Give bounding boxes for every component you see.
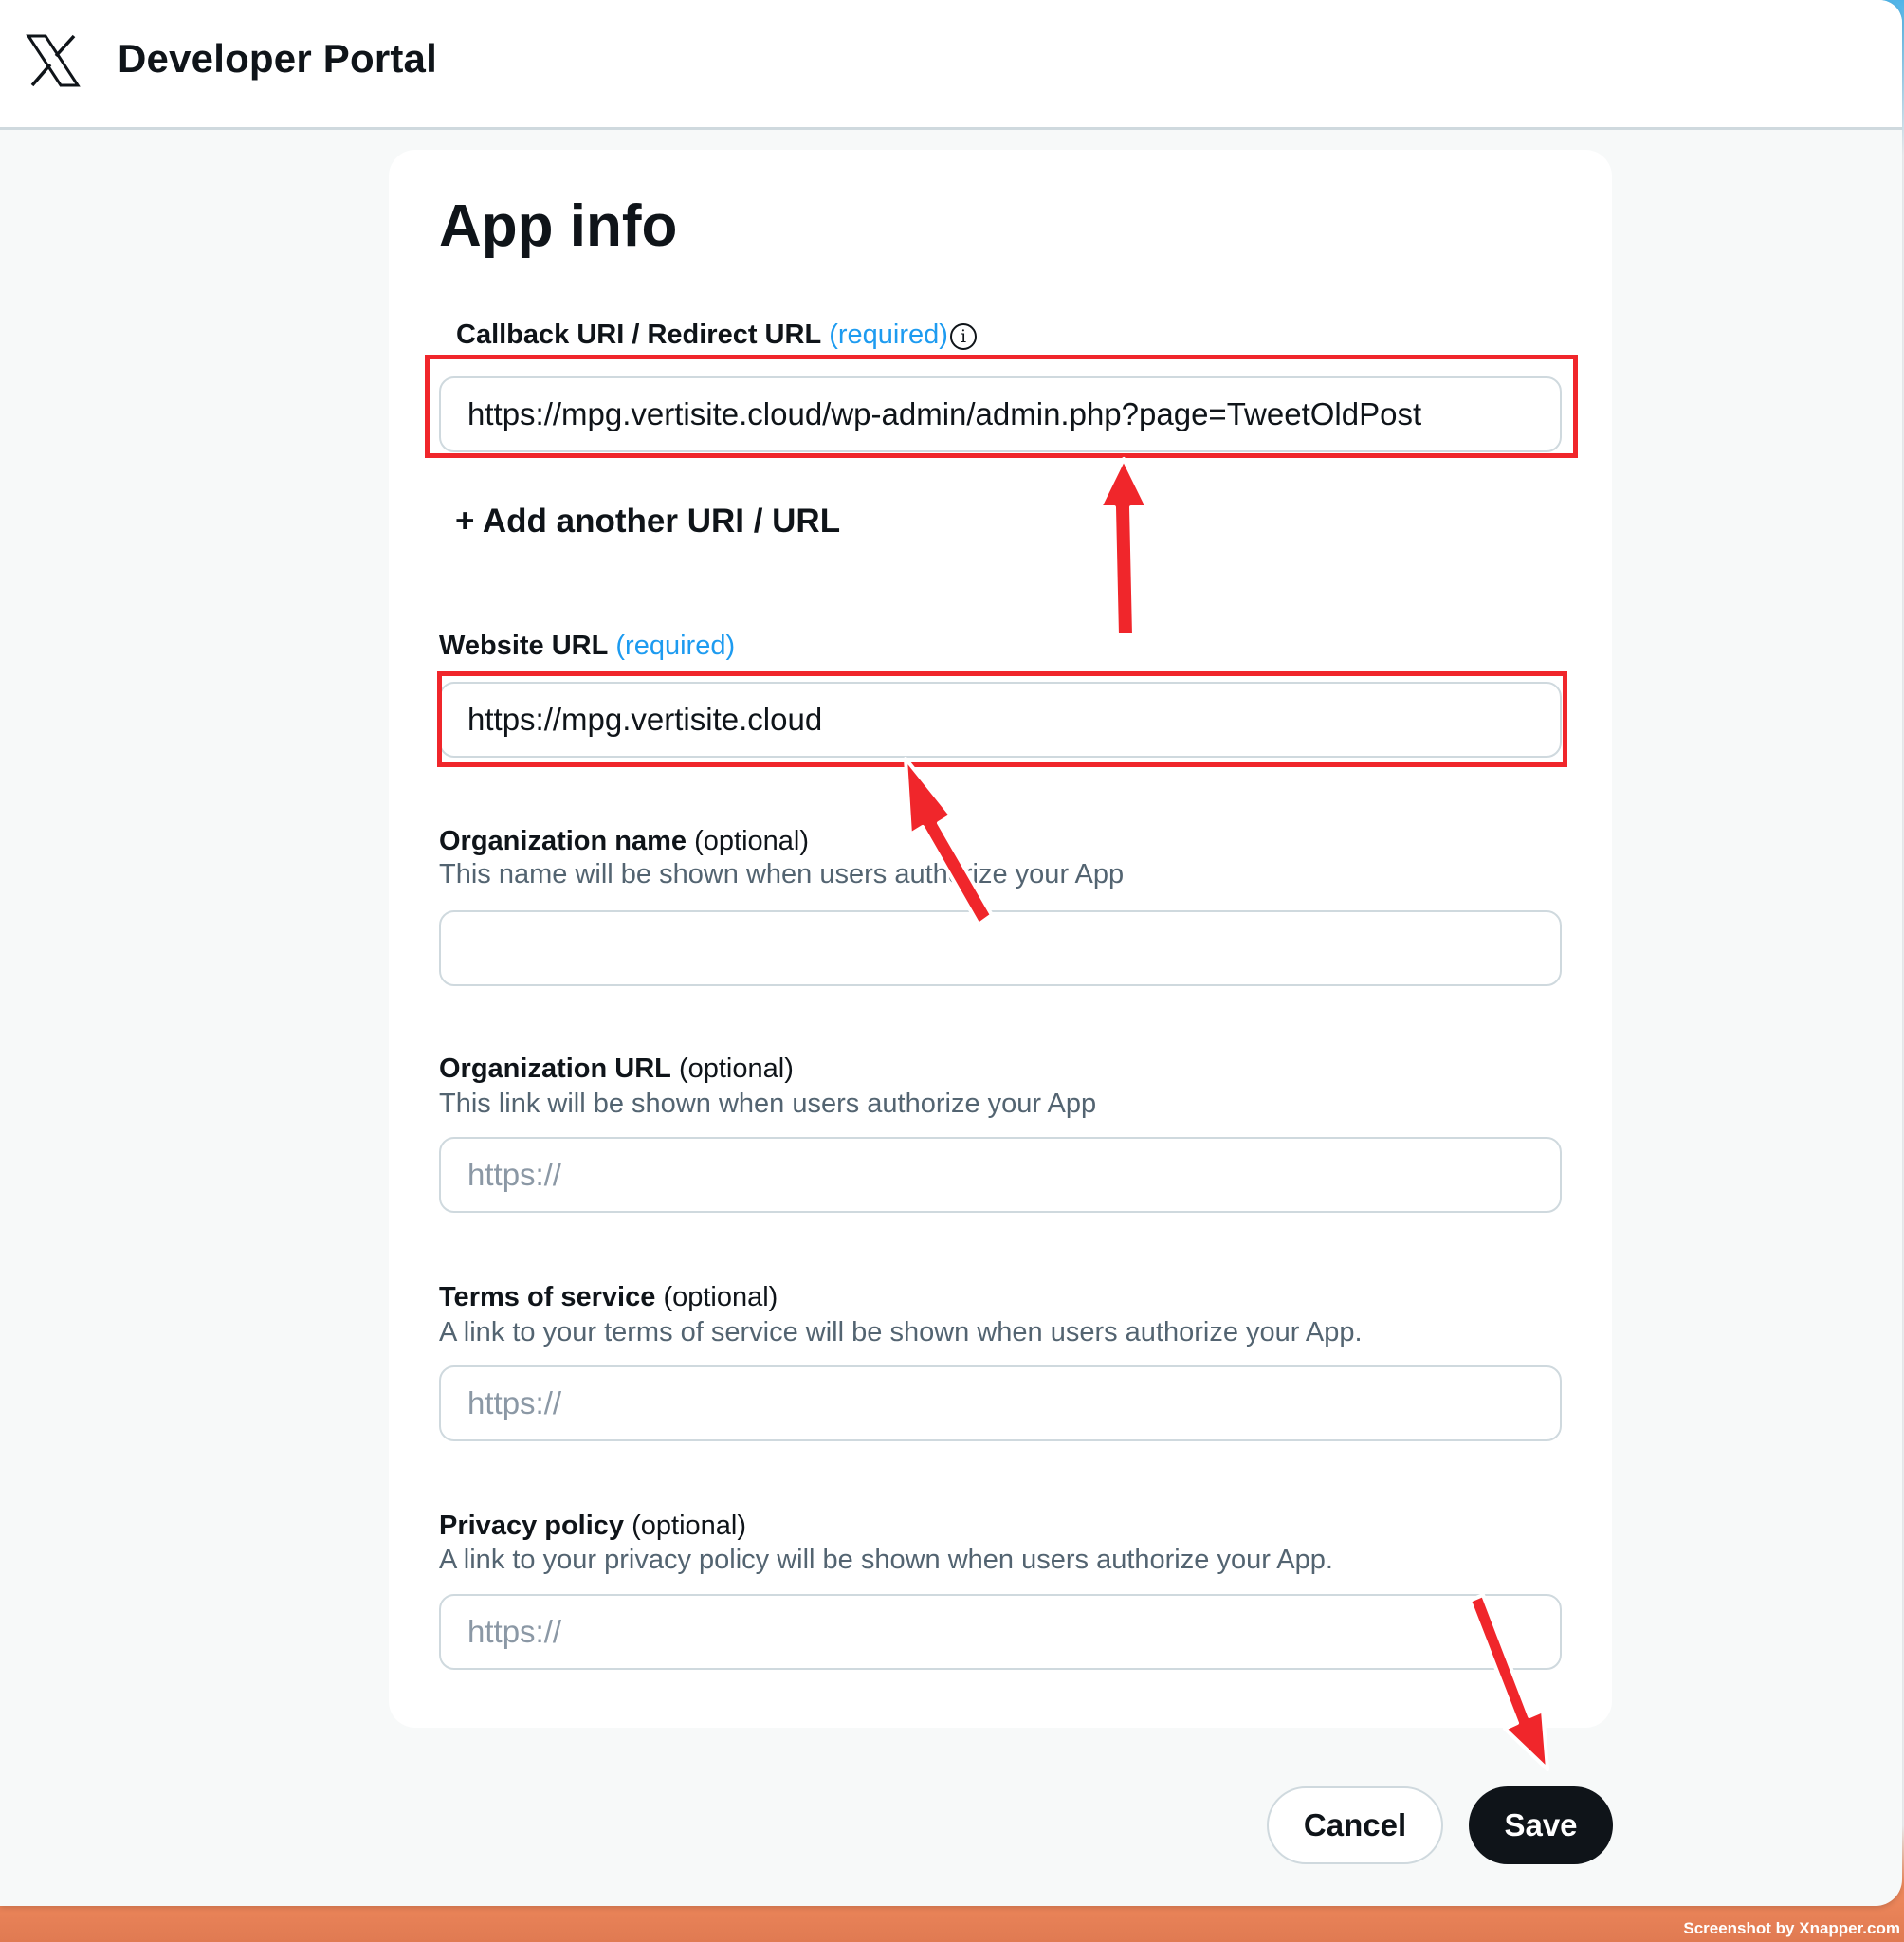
info-icon[interactable]: i	[950, 323, 977, 350]
callback-label: Callback URI / Redirect URL (required)	[456, 320, 948, 351]
privacy-label-text: Privacy policy	[439, 1511, 625, 1541]
privacy-label: Privacy policy (optional)	[439, 1511, 746, 1542]
terms-of-service-input[interactable]	[439, 1365, 1562, 1441]
privacy-help: A link to your privacy policy will be sh…	[439, 1545, 1333, 1575]
highlight-box-callback	[425, 355, 1578, 458]
org-name-input[interactable]	[439, 910, 1562, 986]
terms-help: A link to your terms of service will be …	[439, 1317, 1363, 1347]
brand-title: Developer Portal	[118, 36, 437, 81]
cancel-button[interactable]: Cancel	[1267, 1786, 1443, 1864]
org-name-label-text: Organization name	[439, 826, 687, 856]
privacy-policy-input[interactable]	[439, 1594, 1562, 1670]
browser-window: Developer Portal App info Callback URI /…	[0, 0, 1902, 1906]
website-label-text: Website URL	[439, 631, 609, 661]
org-url-label-text: Organization URL	[439, 1053, 671, 1084]
add-another-uri-link[interactable]: + Add another URI / URL	[455, 503, 840, 540]
required-tag: (required)	[829, 320, 948, 350]
org-url-label: Organization URL (optional)	[439, 1053, 794, 1085]
org-url-help: This link will be shown when users autho…	[439, 1089, 1097, 1119]
optional-tag: (optional)	[632, 1511, 747, 1541]
highlight-box-website	[437, 671, 1567, 767]
x-logo-icon[interactable]	[25, 32, 82, 89]
top-bar: Developer Portal	[0, 0, 1902, 130]
terms-label-text: Terms of service	[439, 1282, 656, 1312]
org-name-help: This name will be shown when users autho…	[439, 859, 1125, 889]
website-label: Website URL (required)	[439, 631, 735, 662]
terms-label: Terms of service (optional)	[439, 1282, 778, 1313]
org-name-label: Organization name (optional)	[439, 826, 809, 857]
save-button[interactable]: Save	[1469, 1786, 1613, 1864]
optional-tag: (optional)	[663, 1282, 778, 1312]
page-title: App info	[439, 193, 678, 259]
callback-label-text: Callback URI / Redirect URL	[456, 320, 822, 350]
watermark: Screenshot by Xnapper.com	[1683, 1919, 1900, 1937]
optional-tag: (optional)	[694, 826, 810, 856]
required-tag: (required)	[615, 631, 736, 661]
org-url-input[interactable]	[439, 1137, 1562, 1213]
optional-tag: (optional)	[678, 1053, 794, 1084]
